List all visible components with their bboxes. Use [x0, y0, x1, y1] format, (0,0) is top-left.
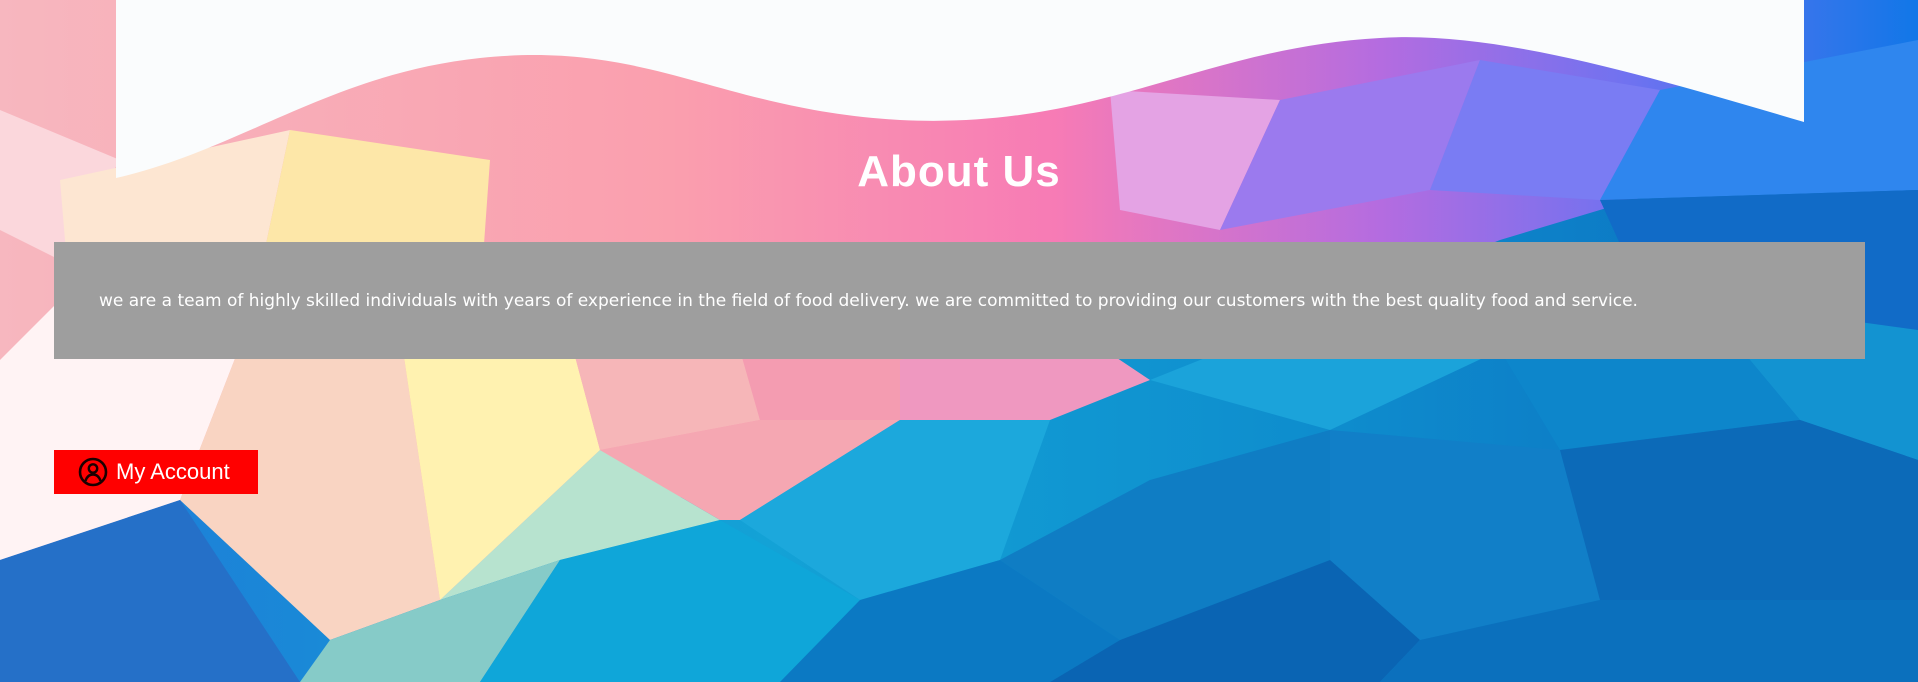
page-title: About Us — [857, 147, 1061, 196]
user-circle-icon — [78, 457, 108, 487]
about-description: we are a team of highly skilled individu… — [99, 291, 1638, 311]
about-panel: we are a team of highly skilled individu… — [54, 242, 1865, 359]
my-account-button[interactable]: My Account — [54, 450, 258, 494]
my-account-label: My Account — [116, 459, 230, 484]
page: About Us we are a team of highly skilled… — [0, 0, 1918, 682]
